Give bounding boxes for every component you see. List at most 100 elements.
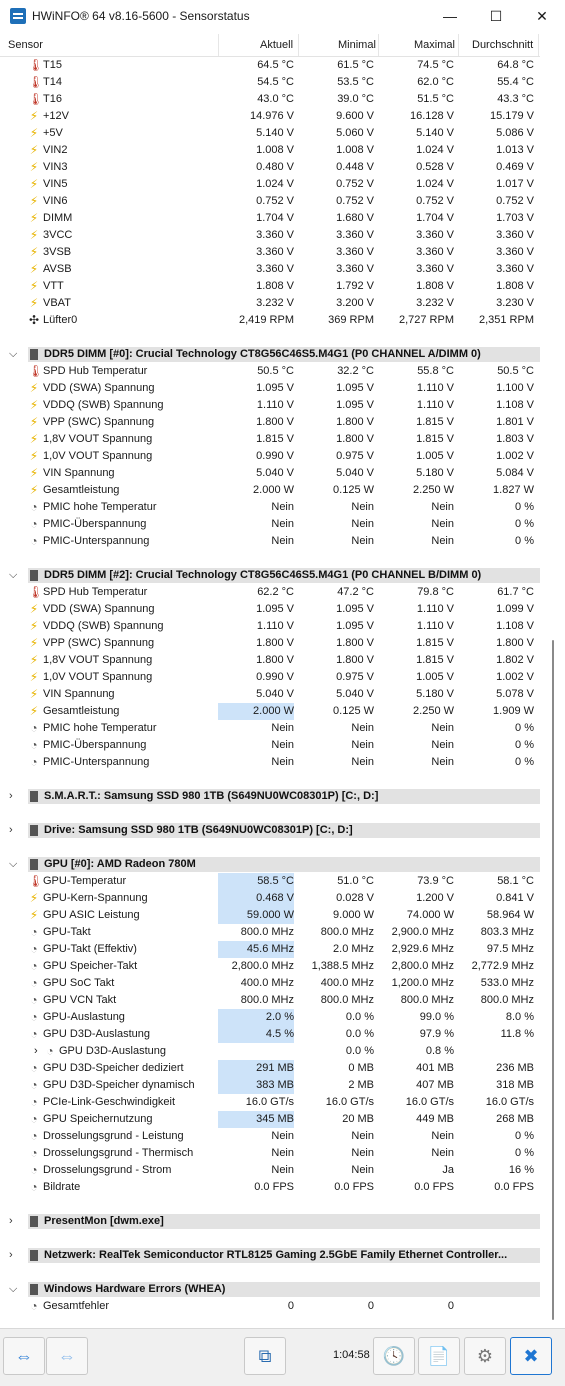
sensor-row[interactable]: ⚡ VIN Spannung 5.040 V 5.040 V 5.180 V 5.078 … — [0, 686, 540, 703]
sensor-row[interactable]: ⚡ +12V 14.976 V 9.600 V 16.128 V 15.179 V — [0, 108, 540, 125]
current-value: 1.815 V — [256, 433, 294, 445]
sensor-row[interactable]: ⚡ VDD (SWA) Spannung 1.095 V 1.095 V 1.110 V… — [0, 380, 540, 397]
sensor-row[interactable]: ◔ PMIC-Überspannung Nein Nein Nein 0 % — [0, 516, 540, 533]
sensor-row[interactable]: ⚡ VDDQ (SWB) Spannung 1.110 V 1.095 V 1.110 … — [0, 397, 540, 414]
chevron-right-icon[interactable]: › — [9, 1247, 13, 1264]
sensor-row[interactable]: 🌡 SPD Hub Temperatur 50.5 °C 32.2 °C 55.8 °C… — [0, 363, 540, 380]
minimize-button[interactable]: — — [427, 0, 473, 32]
chevron-down-icon[interactable]: ⌵ — [9, 1281, 17, 1298]
sensor-row[interactable]: 🌡 SPD Hub Temperatur 62.2 °C 47.2 °C 79.8 °C… — [0, 584, 540, 601]
close-window-button[interactable]: ✖ — [510, 1337, 552, 1375]
sensor-row[interactable]: ⚡ 3VSB 3.360 V 3.360 V 3.360 V 3.360 V — [0, 244, 540, 261]
sensor-row[interactable]: ◔ GPU-Takt 800.0 MHz 800.0 MHz 2,900.0 MHz 80… — [0, 924, 540, 941]
sensor-row[interactable]: ✣ Lüfter0 2,419 RPM 369 RPM 2,727 RPM 2,351 R… — [0, 312, 540, 329]
sensor-row[interactable]: ⚡ VPP (SWC) Spannung 1.800 V 1.800 V 1.815 V… — [0, 635, 540, 652]
sensor-row[interactable]: ⚡ VTT 1.808 V 1.792 V 1.808 V 1.808 V — [0, 278, 540, 295]
sensor-row[interactable]: ◔ PMIC-Unterspannung Nein Nein Nein 0 % — [0, 533, 540, 550]
sensor-row[interactable]: 🌡 GPU-Temperatur 58.5 °C 51.0 °C 73.9 °C 58.1… — [0, 873, 540, 890]
sensor-row[interactable]: ◔ GPU-Takt (Effektiv) 45.6 MHz 2.0 MHz 2,929… — [0, 941, 540, 958]
sensor-row[interactable]: ◔ GPU D3D-Speicher dediziert 291 MB 0 MB 401… — [0, 1060, 540, 1077]
avg-value: 3.360 V — [496, 246, 534, 258]
sensor-row[interactable]: ◔ PMIC-Überspannung Nein Nein Nein 0 % — [0, 737, 540, 754]
sensor-group-header[interactable]: ⌵ Windows Hardware Errors (WHEA) — [0, 1281, 540, 1298]
sensor-row[interactable]: ◔ Gesamtfehler 0 0 0 — [0, 1298, 540, 1315]
avg-value: 2,772.9 MHz — [471, 960, 534, 972]
sensor-row[interactable]: ◔ GPU SoC Takt 400.0 MHz 400.0 MHz 1,200.0 M… — [0, 975, 540, 992]
sensor-row[interactable]: ⚡ DIMM 1.704 V 1.680 V 1.704 V 1.703 V — [0, 210, 540, 227]
max-value: 74.000 W — [406, 909, 454, 921]
sensor-row[interactable]: ⚡ VIN5 1.024 V 0.752 V 1.024 V 1.017 V — [0, 176, 540, 193]
chevron-down-icon[interactable]: ⌵ — [9, 856, 17, 873]
min-value: 9.600 V — [336, 110, 374, 122]
chevron-down-icon[interactable]: ⌵ — [9, 567, 17, 584]
sensor-row[interactable]: 🌡 T14 54.5 °C 53.5 °C 62.0 °C 55.4 °C — [0, 74, 540, 91]
navigate-back-forward-button[interactable]: ⇔ — [3, 1337, 45, 1375]
sensor-group-header[interactable]: ⌵ DDR5 DIMM [#0]: Crucial Technology CT8G… — [0, 346, 540, 363]
chevron-right-icon[interactable]: › — [9, 788, 13, 805]
sensor-row[interactable]: ⚡ VIN Spannung 5.040 V 5.040 V 5.180 V 5.084 … — [0, 465, 540, 482]
sensor-row[interactable]: ◔ Bildrate 0.0 FPS 0.0 FPS 0.0 FPS 0.0 FPS — [0, 1179, 540, 1196]
chevron-right-icon[interactable]: › — [9, 1213, 13, 1230]
scrollbar-thumb[interactable] — [552, 640, 554, 1320]
sensor-row[interactable]: ⚡ 3VCC 3.360 V 3.360 V 3.360 V 3.360 V — [0, 227, 540, 244]
column-min[interactable]: Minimal — [338, 39, 376, 51]
sensor-row[interactable]: ◔ GPU Speicher-Takt 2,800.0 MHz 1,388.5 MHz… — [0, 958, 540, 975]
sensor-label: SPD Hub Temperatur — [43, 586, 148, 598]
sensor-row[interactable]: ⚡ VDDQ (SWB) Spannung 1.110 V 1.095 V 1.110 … — [0, 618, 540, 635]
sensor-row[interactable]: ⚡ GPU ASIC Leistung 59.000 W 9.000 W 74.000 … — [0, 907, 540, 924]
sensor-group-header[interactable]: › Netzwerk: RealTek Semiconductor RTL8125… — [0, 1247, 540, 1264]
column-current[interactable]: Aktuell — [260, 39, 293, 51]
settings-button[interactable]: ⚙ — [464, 1337, 506, 1375]
sensor-row[interactable]: ◔ GPU-Auslastung 2.0 % 0.0 % 99.0 % 8.0 % — [0, 1009, 540, 1026]
sensor-row[interactable]: ⚡ 1,0V VOUT Spannung 0.990 V 0.975 V 1.005 V… — [0, 669, 540, 686]
sensor-row[interactable]: ◔ GPU D3D-Auslastung 4.5 % 0.0 % 97.9 % 11.8 … — [0, 1026, 540, 1043]
logging-button[interactable]: 📄 — [418, 1337, 460, 1375]
sensor-row[interactable]: ⚡ 1,8V VOUT Spannung 1.800 V 1.800 V 1.815 V… — [0, 652, 540, 669]
sensor-row[interactable]: ⚡ VDD (SWA) Spannung 1.095 V 1.095 V 1.110 V… — [0, 601, 540, 618]
sensor-label: VIN Spannung — [43, 467, 115, 479]
sensor-row[interactable]: ⚡ VIN3 0.480 V 0.448 V 0.528 V 0.469 V — [0, 159, 540, 176]
sensor-group-header[interactable]: ⌵ DDR5 DIMM [#2]: Crucial Technology CT8G… — [0, 567, 540, 584]
sensor-group-header[interactable]: › Drive: Samsung SSD 980 1TB (S649NU0WC08… — [0, 822, 540, 839]
column-sensor[interactable]: Sensor — [8, 39, 43, 51]
chevron-right-icon[interactable]: › — [34, 1043, 38, 1060]
sensor-row[interactable]: ⚡ 1,8V VOUT Spannung 1.815 V 1.800 V 1.815 V… — [0, 431, 540, 448]
sensor-row[interactable]: ⚡ GPU-Kern-Spannung 0.468 V 0.028 V 1.200 V 0… — [0, 890, 540, 907]
sensor-row[interactable]: ◔ PMIC hohe Temperatur Nein Nein Nein 0 % — [0, 499, 540, 516]
sensor-row[interactable]: ⚡ VBAT 3.232 V 3.200 V 3.232 V 3.230 V — [0, 295, 540, 312]
sensor-row[interactable]: › ◔ GPU D3D-Auslastung 0.0 % 0.8 % — [0, 1043, 540, 1060]
sensor-row[interactable]: ⚡ Gesamtleistung 2.000 W 0.125 W 2.250 W 1.82… — [0, 482, 540, 499]
sensor-row[interactable]: ⚡ 1,0V VOUT Spannung 0.990 V 0.975 V 1.005 V… — [0, 448, 540, 465]
column-max[interactable]: Maximal — [414, 39, 455, 51]
max-value: 2,900.0 MHz — [391, 926, 454, 938]
sensor-group-header[interactable]: ⌵ GPU [#0]: AMD Radeon 780M — [0, 856, 540, 873]
sensor-row[interactable]: ◔ Drosselungsgrund - Strom Nein Nein Ja 16 % — [0, 1162, 540, 1179]
sensor-row[interactable]: 🌡 T15 64.5 °C 61.5 °C 74.5 °C 64.8 °C — [0, 57, 540, 74]
reset-timer-button[interactable]: 🕓 — [373, 1337, 415, 1375]
sensor-row[interactable]: ⚡ Gesamtleistung 2.000 W 0.125 W 2.250 W 1.90… — [0, 703, 540, 720]
sensor-row[interactable]: ◔ GPU VCN Takt 800.0 MHz 800.0 MHz 800.0 MHz… — [0, 992, 540, 1009]
vertical-scrollbar[interactable] — [547, 57, 557, 1322]
sensor-row[interactable]: ⚡ VIN6 0.752 V 0.752 V 0.752 V 0.752 V — [0, 193, 540, 210]
sensor-row[interactable]: ◔ GPU Speichernutzung 345 MB 20 MB 449 MB 268… — [0, 1111, 540, 1128]
maximize-button[interactable]: ☐ — [473, 0, 519, 32]
sensor-row[interactable]: ⚡ AVSB 3.360 V 3.360 V 3.360 V 3.360 V — [0, 261, 540, 278]
sensor-group-header[interactable]: › PresentMon [dwm.exe] — [0, 1213, 540, 1230]
sensor-row[interactable]: ⚡ VIN2 1.008 V 1.008 V 1.024 V 1.013 V — [0, 142, 540, 159]
sensor-row[interactable]: ⚡ VPP (SWC) Spannung 1.800 V 1.800 V 1.815 V… — [0, 414, 540, 431]
sensor-row[interactable]: ◔ Drosselungsgrund - Leistung Nein Nein Nein… — [0, 1128, 540, 1145]
chevron-right-icon[interactable]: › — [9, 822, 13, 839]
sensor-row[interactable]: ◔ PMIC-Unterspannung Nein Nein Nein 0 % — [0, 754, 540, 771]
sensor-row[interactable]: ◔ GPU D3D-Speicher dynamisch 383 MB 2 MB 407… — [0, 1077, 540, 1094]
sensor-row[interactable]: ⚡ +5V 5.140 V 5.060 V 5.140 V 5.086 V — [0, 125, 540, 142]
network-button[interactable]: ⧉ — [244, 1337, 286, 1375]
close-button[interactable]: ✕ — [519, 0, 565, 32]
sensor-group-header[interactable]: › S.M.A.R.T.: Samsung SSD 980 1TB (S649NU… — [0, 788, 540, 805]
sensor-row[interactable]: ◔ PMIC hohe Temperatur Nein Nein Nein 0 % — [0, 720, 540, 737]
sensor-row[interactable]: ◔ PCIe-Link-Geschwindigkeit 16.0 GT/s 16.0 … — [0, 1094, 540, 1111]
sensor-row[interactable]: 🌡 T16 43.0 °C 39.0 °C 51.5 °C 43.3 °C — [0, 91, 540, 108]
navigate-sensors-button[interactable]: ⇔ — [46, 1337, 88, 1375]
chevron-down-icon[interactable]: ⌵ — [9, 346, 17, 363]
sensor-row[interactable]: ◔ Drosselungsgrund - Thermisch Nein Nein Nei… — [0, 1145, 540, 1162]
column-avg[interactable]: Durchschnitt — [472, 39, 533, 51]
